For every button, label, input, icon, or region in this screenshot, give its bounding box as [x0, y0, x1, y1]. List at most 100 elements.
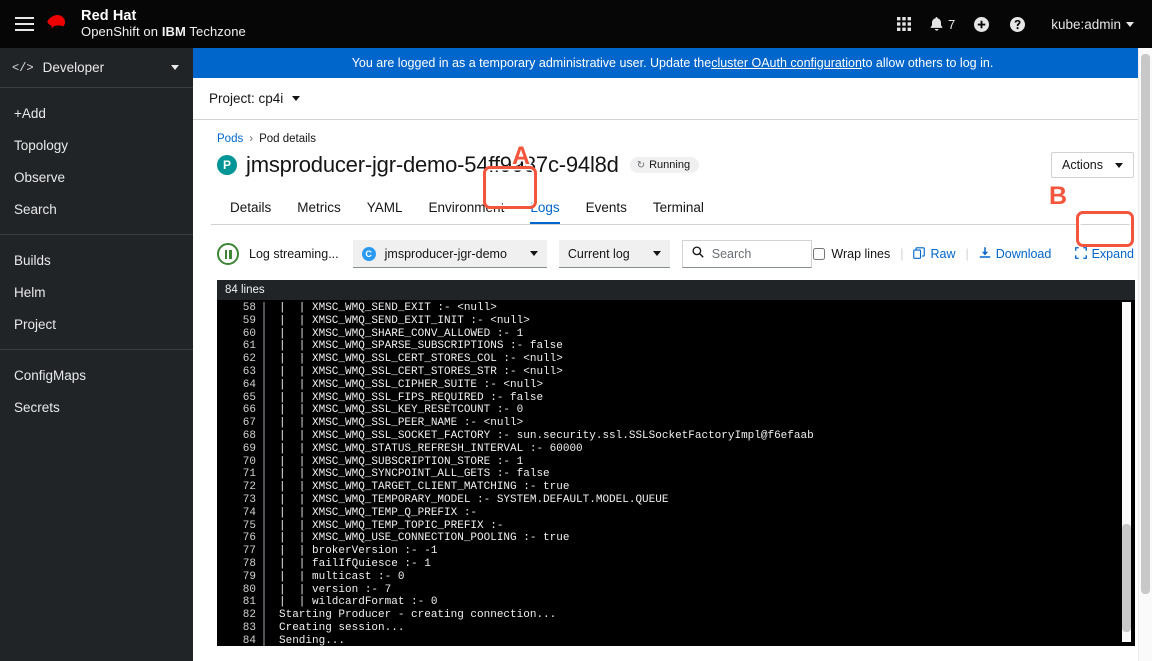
log-line-text: | | XMSC_WMQ_TEMP_TOPIC_PREFIX :-: [265, 520, 503, 533]
download-link[interactable]: Download: [979, 246, 1052, 262]
wrap-lines-toggle[interactable]: Wrap lines: [813, 247, 890, 261]
perspective-switcher[interactable]: </> Developer: [0, 48, 193, 88]
log-line: 58| | XMSC_WMQ_SEND_EXIT :- <null>: [217, 302, 1135, 315]
breadcrumb-pods-link[interactable]: Pods: [217, 133, 243, 145]
pod-details-page: Pods›Pod details P jmsproducer-jgr-demo-…: [193, 120, 1152, 646]
log-line-number: 63: [217, 366, 265, 379]
tab-terminal[interactable]: Terminal: [640, 200, 717, 224]
tab-logs[interactable]: Logs: [517, 200, 572, 224]
log-line-number: 82: [217, 609, 265, 622]
sidebar-item-secrets[interactable]: Secrets: [0, 391, 193, 423]
log-source-selector[interactable]: Current log: [559, 240, 670, 268]
search-icon: [692, 245, 704, 263]
sidebar-item-helm[interactable]: Helm: [0, 276, 193, 308]
log-line-text: | | version :- 7: [265, 584, 391, 597]
plus-circle-icon[interactable]: [963, 6, 999, 42]
sidebar-item-builds[interactable]: Builds: [0, 244, 193, 276]
chevron-down-icon: [1126, 22, 1134, 27]
sidebar-group-3: ConfigMaps Secrets: [0, 349, 193, 432]
log-line: 61| | XMSC_WMQ_SPARSE_SUBSCRIPTIONS :- f…: [217, 340, 1135, 353]
log-line-text: | | XMSC_WMQ_SYNCPOINT_ALL_GETS :- false: [265, 468, 550, 481]
log-search-box[interactable]: [682, 240, 812, 268]
log-line-text: | | XMSC_WMQ_SPARSE_SUBSCRIPTIONS :- fal…: [265, 340, 563, 353]
chevron-down-icon: [1115, 163, 1123, 168]
log-line: 60| | XMSC_WMQ_SHARE_CONV_ALLOWED :- 1: [217, 328, 1135, 341]
download-arrow-icon: [979, 246, 991, 262]
log-line-text: | | XMSC_WMQ_SSL_KEY_RESETCOUNT :- 0: [265, 404, 523, 417]
log-line-text: Starting Producer - creating connection.…: [265, 609, 556, 622]
log-output[interactable]: 58| | XMSC_WMQ_SEND_EXIT :- <null>59| | …: [217, 300, 1135, 646]
log-line: 73| | XMSC_WMQ_TEMPORARY_MODEL :- SYSTEM…: [217, 494, 1135, 507]
actions-button[interactable]: Actions: [1051, 152, 1134, 178]
log-line-number: 76: [217, 532, 265, 545]
tab-yaml[interactable]: YAML: [354, 200, 416, 224]
log-line: 82Starting Producer - creating connectio…: [217, 609, 1135, 622]
log-line: 62| | XMSC_WMQ_SSL_CERT_STORES_COL :- <n…: [217, 353, 1135, 366]
log-line: 66| | XMSC_WMQ_SSL_KEY_RESETCOUNT :- 0: [217, 404, 1135, 417]
page-scrollbar-thumb[interactable]: [1141, 54, 1150, 594]
log-line-text: Creating session...: [265, 622, 404, 635]
log-line-number: 62: [217, 353, 265, 366]
expand-arrows-icon: [1075, 247, 1087, 262]
tab-events[interactable]: Events: [573, 200, 640, 224]
toolbar-divider: |: [900, 247, 903, 261]
expand-label: Expand: [1092, 247, 1134, 261]
sidebar-item-configmaps[interactable]: ConfigMaps: [0, 359, 193, 391]
bell-notification-icon[interactable]: 7: [922, 6, 963, 42]
project-label: Project: cp4i: [209, 91, 283, 106]
expand-link[interactable]: Expand: [1075, 247, 1134, 262]
log-line-text: | | XMSC_WMQ_SSL_FIPS_REQUIRED :- false: [265, 392, 543, 405]
log-line: 70| | XMSC_WMQ_SUBSCRIPTION_STORE :- 1: [217, 456, 1135, 469]
log-line-text: | | XMSC_WMQ_SSL_CERT_STORES_STR :- <nul…: [265, 366, 563, 379]
banner-text-before: You are logged in as a temporary adminis…: [352, 56, 711, 70]
log-line-number: 77: [217, 545, 265, 558]
toolbar-divider: |: [966, 247, 969, 261]
tab-details[interactable]: Details: [217, 200, 284, 224]
pause-circle-icon[interactable]: [217, 243, 239, 265]
sidebar-item-topology[interactable]: Topology: [0, 129, 193, 161]
logs-toolbar: Log streaming... C jmsproducer-jgr-demo …: [211, 239, 1134, 269]
cluster-oauth-link[interactable]: cluster OAuth configuration: [711, 56, 862, 70]
user-menu[interactable]: kube:admin: [1035, 17, 1140, 32]
log-source-label: Current log: [568, 247, 630, 261]
log-viewer: 84 lines 58| | XMSC_WMQ_SEND_EXIT :- <nu…: [217, 280, 1135, 646]
tab-environment[interactable]: Environment: [416, 200, 518, 224]
sync-running-icon: ↻: [637, 160, 645, 171]
sidebar-item-add[interactable]: +Add: [0, 97, 193, 129]
raw-link[interactable]: Raw: [913, 247, 955, 262]
page-title: jmsproducer-jgr-demo-54ff9987c-94l8d: [246, 152, 619, 178]
log-scrollbar-thumb[interactable]: [1122, 524, 1131, 632]
brand-subtitle: OpenShift on IBM Techzone: [81, 25, 246, 39]
sidebar-item-search[interactable]: Search: [0, 193, 193, 225]
log-line-text: | | XMSC_WMQ_SEND_EXIT :- <null>: [265, 302, 497, 315]
chevron-down-icon: [530, 251, 538, 256]
log-line: 74| | XMSC_WMQ_TEMP_Q_PREFIX :-: [217, 507, 1135, 520]
container-selector[interactable]: C jmsproducer-jgr-demo: [353, 240, 547, 268]
breadcrumb: Pods›Pod details: [211, 120, 1134, 147]
sidebar-item-project[interactable]: Project: [0, 308, 193, 340]
project-selector[interactable]: Project: cp4i: [209, 91, 300, 106]
log-line: 77| | brokerVersion :- -1: [217, 545, 1135, 558]
log-line-number: 66: [217, 404, 265, 417]
log-line-text: | | XMSC_WMQ_SEND_EXIT_INIT :- <null>: [265, 315, 530, 328]
log-line: 67| | XMSC_WMQ_SSL_PEER_NAME :- <null>: [217, 417, 1135, 430]
perspective-label: Developer: [43, 60, 105, 75]
log-line: 63| | XMSC_WMQ_SSL_CERT_STORES_STR :- <n…: [217, 366, 1135, 379]
hamburger-menu-icon[interactable]: [0, 0, 46, 48]
log-streaming-status: Log streaming...: [249, 247, 339, 261]
question-circle-icon[interactable]: [999, 6, 1035, 42]
log-line-text: | | XMSC_WMQ_SUBSCRIPTION_STORE :- 1: [265, 456, 523, 469]
log-line: 64| | XMSC_WMQ_SSL_CIPHER_SUITE :- <null…: [217, 379, 1135, 392]
wrap-lines-checkbox[interactable]: [813, 248, 825, 260]
sidebar-item-observe[interactable]: Observe: [0, 161, 193, 193]
logs-toolbar-right: Wrap lines | Raw |: [813, 246, 1134, 262]
masthead: Red Hat OpenShift on IBM Techzone 7: [0, 0, 1152, 48]
grid-apps-icon[interactable]: [886, 6, 922, 42]
username-label: kube:admin: [1051, 17, 1121, 32]
log-line-text: | | brokerVersion :- -1: [265, 545, 437, 558]
actions-label: Actions: [1062, 158, 1103, 172]
tab-metrics[interactable]: Metrics: [284, 200, 354, 224]
search-input[interactable]: [712, 247, 802, 261]
log-line-number: 68: [217, 430, 265, 443]
brand-logo[interactable]: Red Hat OpenShift on IBM Techzone: [46, 9, 246, 39]
